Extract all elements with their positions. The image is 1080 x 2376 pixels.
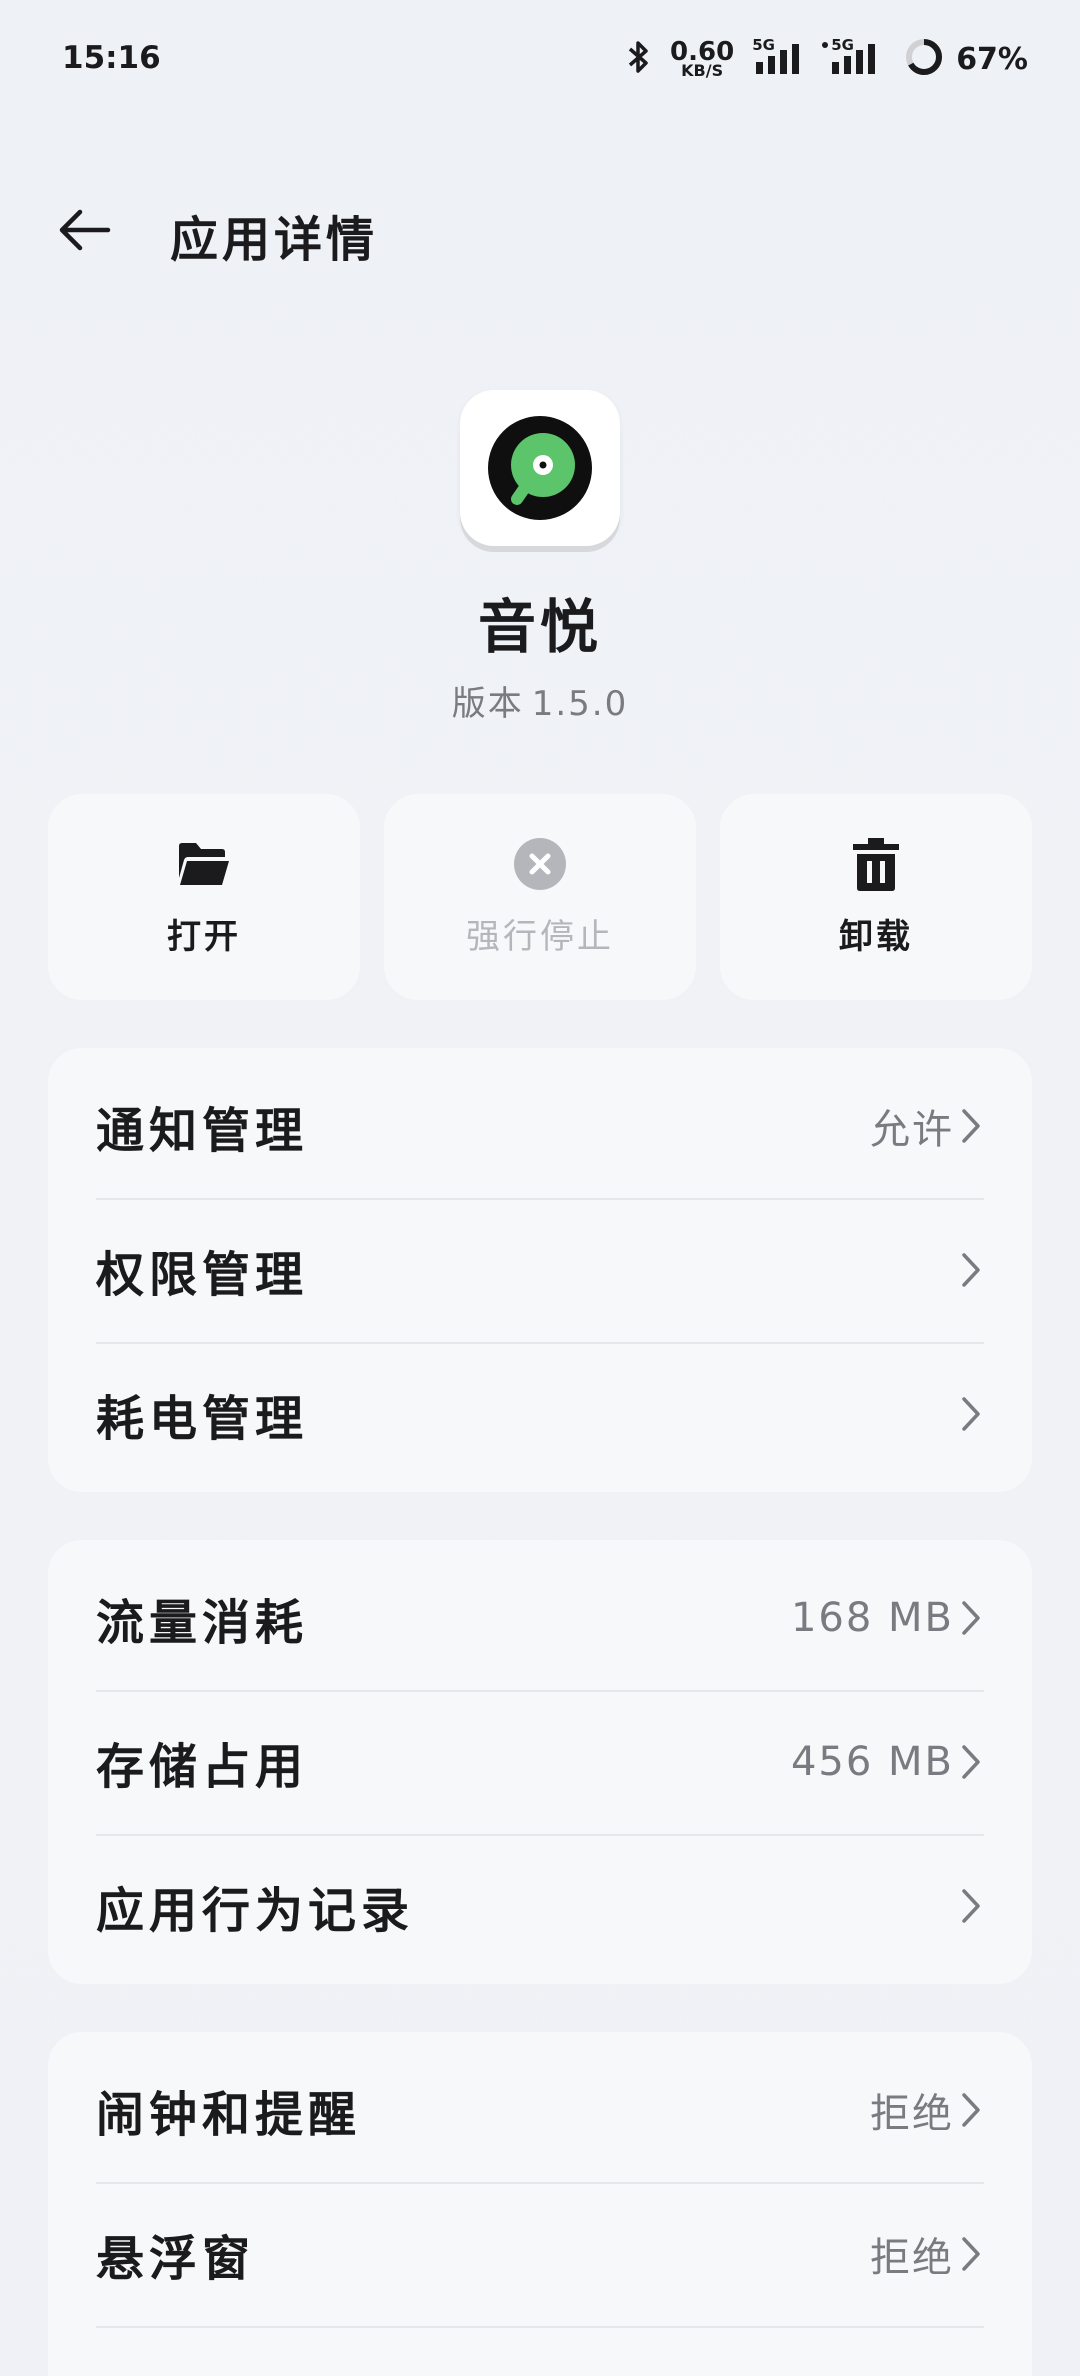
chevron-right-icon xyxy=(958,1886,984,1926)
app-version: 版本 1.5.0 xyxy=(0,676,1080,725)
row-value: 168 MB xyxy=(790,1595,954,1641)
list-item[interactable] xyxy=(48,2326,1032,2376)
folder-open-icon xyxy=(179,842,229,885)
status-icons: 0.60 KB/S 5G 5G 67% xyxy=(626,34,1028,84)
app-behavior-log-row[interactable]: 应用行为记录 xyxy=(48,1834,1032,1978)
settings-card-system: 闹钟和提醒 拒绝 悬浮窗 拒绝 xyxy=(48,2032,1032,2376)
trash-icon xyxy=(853,837,899,891)
chevron-right-icon xyxy=(958,1394,984,1434)
close-circle-icon xyxy=(514,837,566,890)
vinyl-record-icon xyxy=(488,416,592,520)
settings-card-management: 通知管理 允许 权限管理 耗电管理 xyxy=(48,1048,1032,1492)
status-bar: 15:16 0.60 KB/S 5G 5G 67% xyxy=(0,0,1080,120)
storage-usage-row[interactable]: 存储占用 456 MB xyxy=(48,1690,1032,1834)
row-label: 悬浮窗 xyxy=(96,2231,256,2287)
chevron-right-icon xyxy=(958,2234,984,2274)
uninstall-label: 卸载 xyxy=(839,916,913,957)
row-value: 允许 xyxy=(870,1107,954,1153)
status-time: 15:16 xyxy=(62,40,161,76)
row-label: 流量消耗 xyxy=(96,1595,309,1651)
notification-management-row[interactable]: 通知管理 允许 xyxy=(48,1054,1032,1198)
chevron-right-icon xyxy=(958,2090,984,2130)
power-management-row[interactable]: 耗电管理 xyxy=(48,1342,1032,1486)
app-name: 音悦 xyxy=(477,593,602,661)
floating-window-row[interactable]: 悬浮窗 拒绝 xyxy=(48,2182,1032,2326)
signal-icon: 5G xyxy=(822,36,886,78)
row-label: 通知管理 xyxy=(96,1103,309,1159)
data-usage-row[interactable]: 流量消耗 168 MB xyxy=(48,1546,1032,1690)
action-bar: 打开 强行停止 卸载 xyxy=(48,794,1032,1000)
force-stop-button[interactable]: 强行停止 xyxy=(384,794,696,1000)
row-value: 拒绝 xyxy=(870,2235,954,2281)
arrow-left-icon xyxy=(59,209,111,251)
version-number: 1.5.0 xyxy=(531,684,629,724)
force-stop-label: 强行停止 xyxy=(466,916,614,957)
row-label: 存储占用 xyxy=(96,1739,309,1795)
row-label: 闹钟和提醒 xyxy=(96,2087,362,2143)
chevron-right-icon xyxy=(958,1250,984,1290)
app-icon xyxy=(460,390,620,546)
settings-card-usage: 流量消耗 168 MB 存储占用 456 MB 应用行为记录 xyxy=(48,1540,1032,1984)
open-label: 打开 xyxy=(167,916,241,957)
permission-management-row[interactable]: 权限管理 xyxy=(48,1198,1032,1342)
row-label: 耗电管理 xyxy=(96,1391,309,1447)
row-label: 权限管理 xyxy=(96,1247,309,1303)
back-button[interactable] xyxy=(52,202,116,258)
bluetooth-icon xyxy=(626,39,652,79)
uninstall-button[interactable]: 卸载 xyxy=(720,794,1032,1000)
chevron-right-icon xyxy=(958,1106,984,1146)
net-speed: 0.60 KB/S xyxy=(670,39,734,79)
chevron-right-icon xyxy=(958,1742,984,1782)
open-button[interactable]: 打开 xyxy=(48,794,360,1000)
row-label: 应用行为记录 xyxy=(96,1883,415,1939)
net-speed-unit: KB/S xyxy=(681,61,724,80)
version-label: 版本 xyxy=(451,684,524,724)
row-value: 456 MB xyxy=(790,1739,954,1785)
page-title: 应用详情 xyxy=(170,212,379,268)
chevron-right-icon xyxy=(958,1598,984,1638)
row-value: 拒绝 xyxy=(870,2091,954,2137)
signal-icon: 5G xyxy=(752,36,810,78)
battery-ring-icon xyxy=(904,37,944,81)
battery-percent: 67% xyxy=(956,41,1028,77)
alarms-reminders-row[interactable]: 闹钟和提醒 拒绝 xyxy=(48,2038,1032,2182)
header: 应用详情 xyxy=(0,190,1080,270)
